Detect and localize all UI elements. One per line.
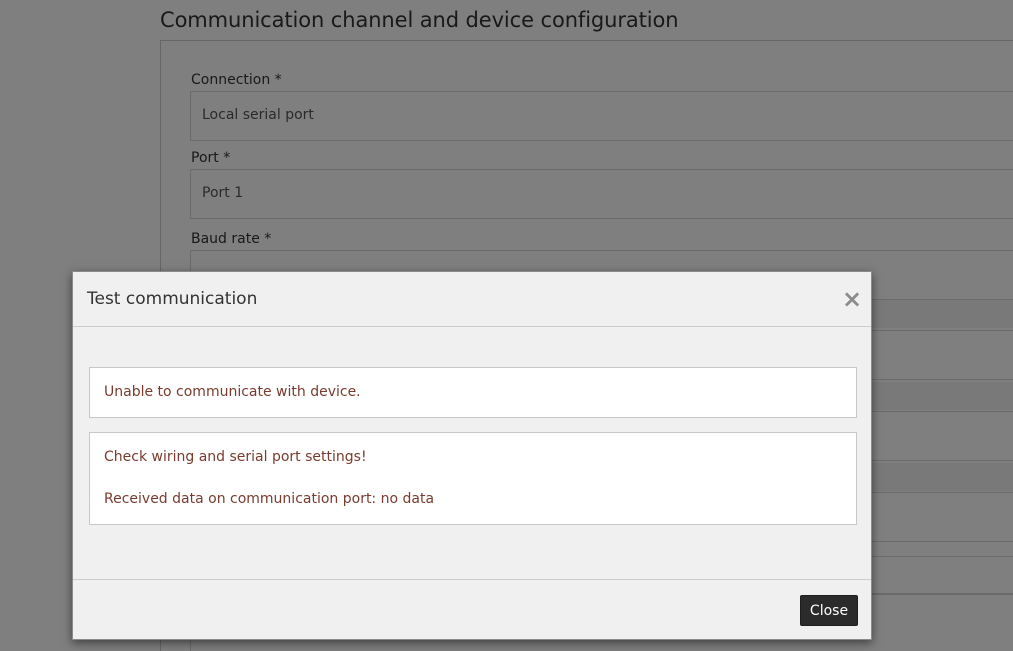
modal-footer: Close (73, 579, 871, 639)
received-data-message: Received data on communication port: no … (104, 491, 435, 507)
close-icon[interactable]: × (841, 286, 863, 312)
hint-message: Check wiring and serial port settings! (104, 449, 367, 465)
error-alert: Unable to communicate with device. (89, 367, 857, 418)
details-alert: Check wiring and serial port settings! R… (89, 432, 857, 525)
page: Communication channel and device configu… (0, 0, 1013, 651)
test-communication-dialog: Test communication × Unable to communica… (72, 271, 872, 640)
modal-title: Test communication (87, 289, 258, 309)
modal-header: Test communication × (73, 272, 871, 327)
close-button[interactable]: Close (800, 595, 858, 626)
error-message: Unable to communicate with device. (104, 384, 361, 400)
